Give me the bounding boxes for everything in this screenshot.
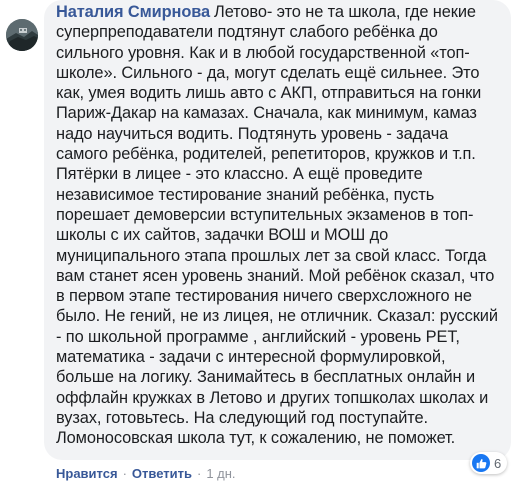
comment-body: Наталия Смирнова Летово- это не та школа,… xyxy=(56,2,499,449)
separator-dot: · xyxy=(122,466,127,481)
comment-container: Наталия Смирнова Летово- это не та школа,… xyxy=(0,0,529,495)
like-thumb-icon xyxy=(472,454,490,472)
comment-bubble: Наталия Смирнова Летово- это не та школа,… xyxy=(44,0,511,460)
avatar-image xyxy=(6,19,38,51)
comment-text: Летово- это не та школа, где некие супер… xyxy=(56,3,498,448)
comment-actions: Нравится · Ответить · 1 дн. xyxy=(56,466,236,481)
comment-timestamp[interactable]: 1 дн. xyxy=(206,466,235,481)
reaction-count: 6 xyxy=(494,455,502,471)
comment-author[interactable]: Наталия Смирнова xyxy=(56,3,210,21)
avatar[interactable] xyxy=(6,19,38,51)
reply-button[interactable]: Ответить xyxy=(132,466,192,481)
separator-dot: · xyxy=(196,466,202,481)
reaction-badge[interactable]: 6 xyxy=(470,452,508,474)
like-button[interactable]: Нравится xyxy=(56,466,118,481)
